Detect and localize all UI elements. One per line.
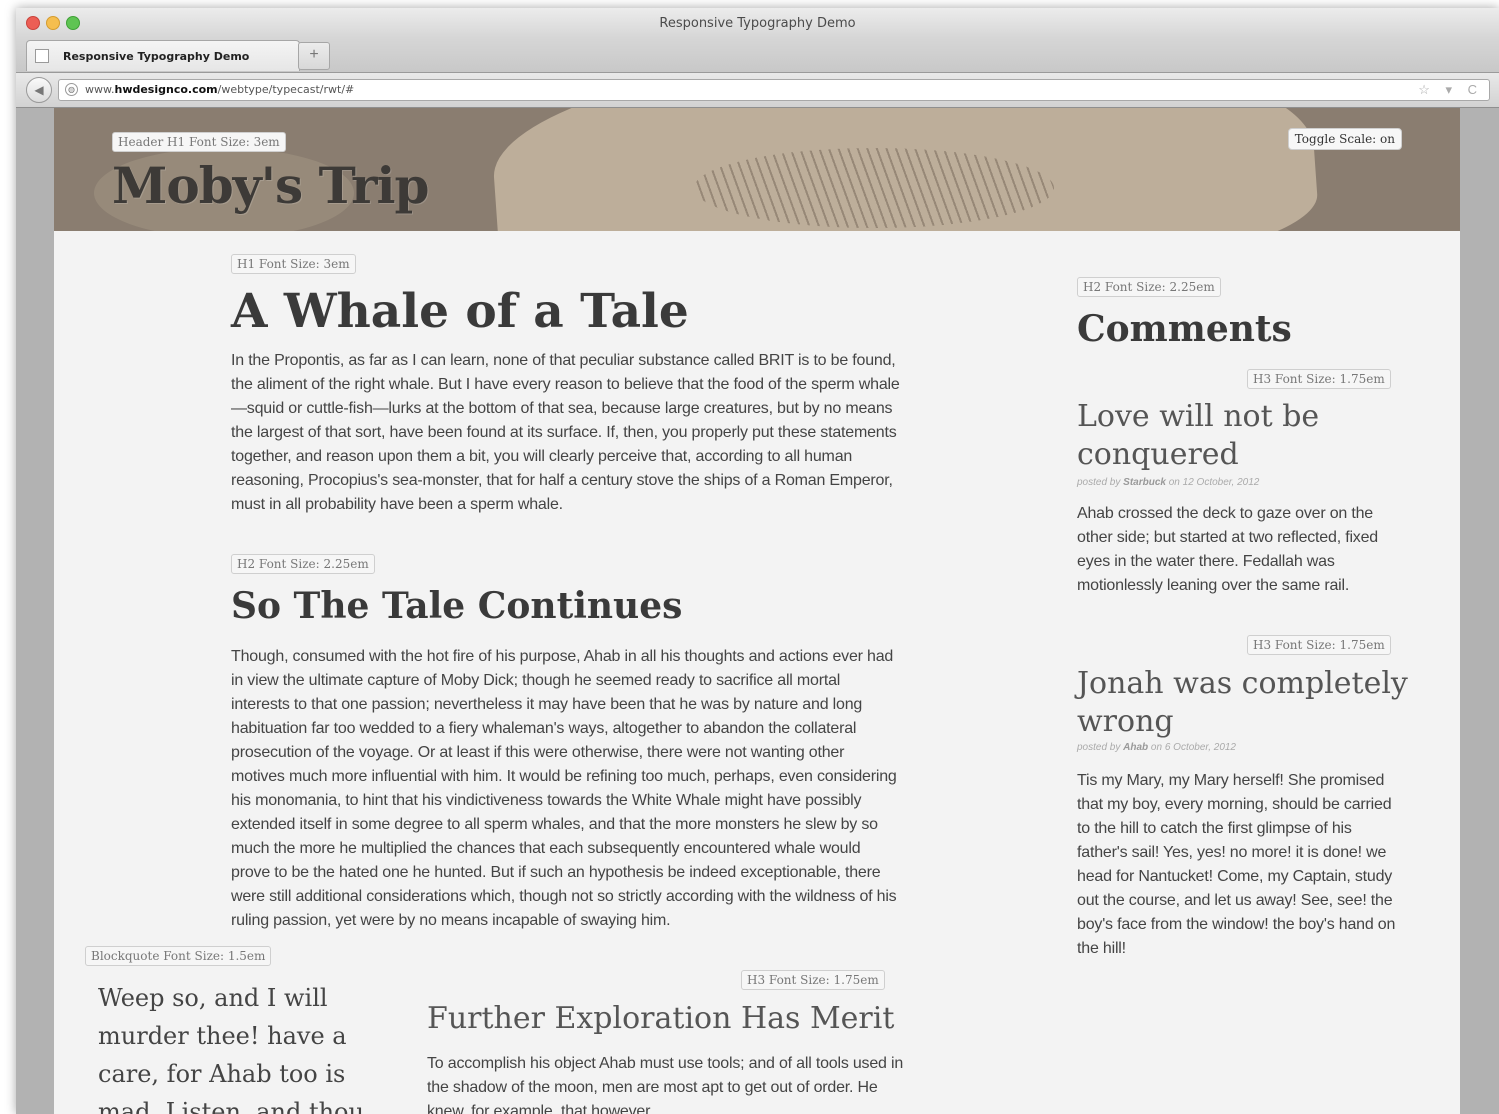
header-h1-size-label: Header H1 Font Size: 3em [112,132,286,152]
browser-window: Responsive Typography Demo Responsive Ty… [16,8,1499,1114]
h3-size-label: H3 Font Size: 1.75em [741,970,885,990]
address-bar[interactable]: ◍ www.hwdesignco.com/webtype/typecast/rw… [58,79,1490,101]
sidebar-h2-size-label: H2 Font Size: 2.25em [1077,277,1221,297]
comments-heading: Comments [1077,308,1292,350]
comment-body: Tis my Mary, my Mary herself! She promis… [1077,772,1396,957]
comment-meta: posted by Ahab on 6 October, 2012 [1077,742,1236,753]
article-h3: Further Exploration Has Merit [427,1001,895,1036]
site-title: Moby's Trip [112,156,429,215]
h1-size-label: H1 Font Size: 3em [231,254,356,274]
new-tab-button[interactable]: + [298,42,330,70]
page-icon [35,49,49,63]
back-button[interactable]: ◀ [26,77,52,103]
window-title: Responsive Typography Demo [659,16,856,31]
tab-label: Responsive Typography Demo [63,50,250,63]
comment-author[interactable]: Ahab [1123,742,1148,753]
globe-icon: ◍ [65,83,78,96]
comment-body: Ahab crossed the deck to gaze over on th… [1077,505,1378,594]
article-paragraph-3: To accomplish his object Ahab must use t… [427,1055,904,1114]
tab-bar: Responsive Typography Demo + [16,38,1499,73]
pull-quote: Weep so, and I will murder thee! have a … [98,984,364,1114]
tab-responsive-typography[interactable]: Responsive Typography Demo [26,40,300,71]
blockquote-size-label: Blockquote Font Size: 1.5em [85,946,272,966]
web-page: Header H1 Font Size: 3em Moby's Trip Tog… [54,108,1460,1114]
article-paragraph-2: Though, consumed with the hot fire of hi… [231,648,897,929]
navigation-bar: ◀ ◍ www.hwdesignco.com/webtype/typecast/… [16,73,1499,108]
article-subheading: So The Tale Continues [231,585,683,627]
h2-size-label: H2 Font Size: 2.25em [231,554,375,574]
browser-viewport: Header H1 Font Size: 3em Moby's Trip Tog… [16,108,1499,1114]
comment-title: Love will not be conquered [1077,399,1320,472]
comment-h3-size-label: H3 Font Size: 1.75em [1247,369,1391,389]
article-paragraph-1: In the Propontis, as far as I can learn,… [231,352,900,513]
whale-hatching [694,148,1054,228]
comment-title: Jonah was completely wrong [1077,666,1408,739]
comment-h3-size-label: H3 Font Size: 1.75em [1247,635,1391,655]
article-heading: A Whale of a Tale [231,284,689,339]
url-text[interactable]: www.hwdesignco.com/webtype/typecast/rwt/… [85,83,354,96]
comment-meta: posted by Starbuck on 12 October, 2012 [1077,477,1260,488]
comment-author[interactable]: Starbuck [1123,477,1166,488]
bookmark-star-icon[interactable]: ☆ ▾ C [1418,82,1483,98]
title-bar: Responsive Typography Demo [16,8,1499,38]
toggle-scale-button[interactable]: Toggle Scale: on [1287,128,1402,150]
site-header: Header H1 Font Size: 3em Moby's Trip Tog… [54,108,1460,231]
